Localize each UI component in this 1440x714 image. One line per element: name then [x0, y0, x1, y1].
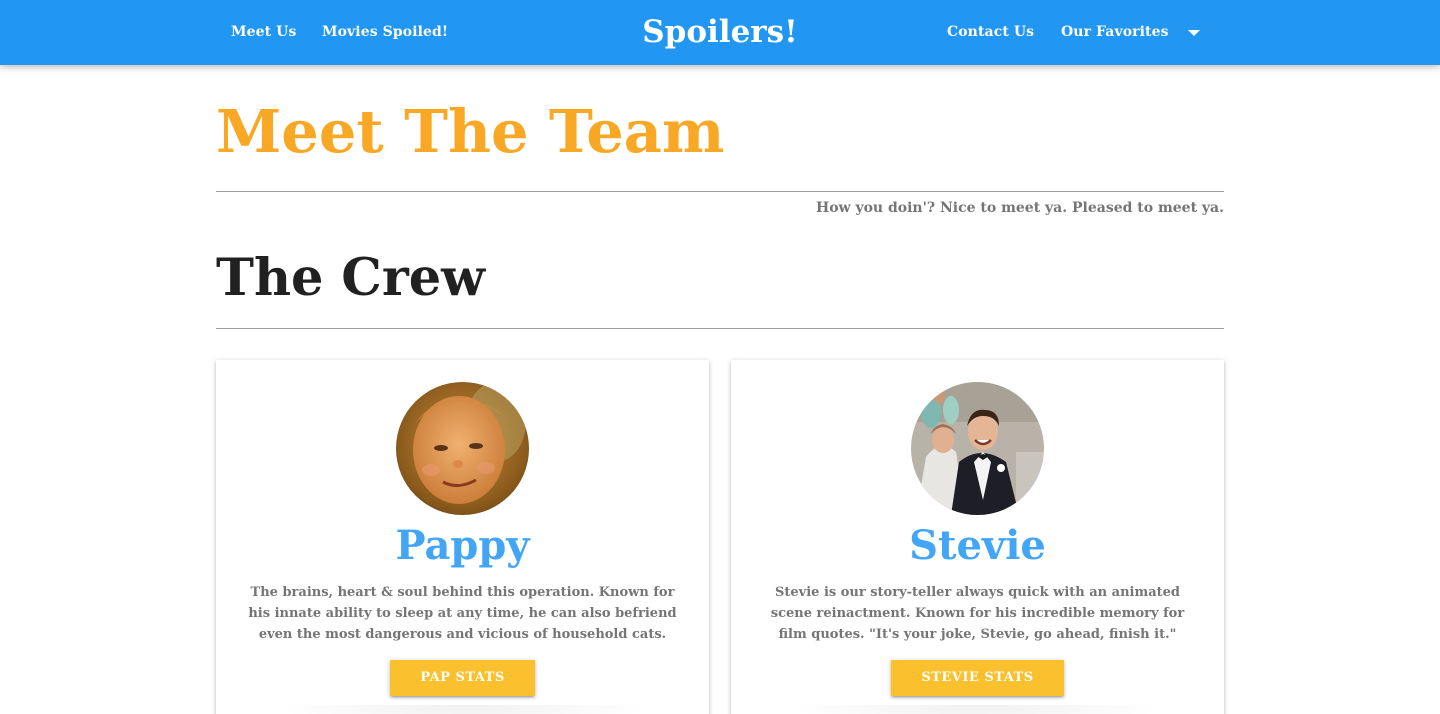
- crew-description: The brains, heart & soul behind this ope…: [248, 585, 677, 642]
- pap-stats-button[interactable]: PAP STATS: [390, 660, 535, 696]
- brand-logo[interactable]: Spoilers!: [642, 14, 797, 50]
- title-divider: [216, 191, 1224, 192]
- avatar-stevie: [911, 382, 1044, 515]
- section-title: The Crew: [216, 248, 486, 308]
- crew-name: Stevie: [909, 522, 1046, 569]
- nav-link-meet-us[interactable]: Meet Us: [231, 0, 296, 65]
- page-tagline: How you doin'? Nice to meet ya. Pleased …: [815, 200, 1224, 216]
- avatar-pappy: [396, 382, 529, 515]
- nav-link-our-favorites[interactable]: Our Favorites: [1061, 0, 1169, 65]
- crew-card-pappy: Pappy The brains, heart & soul behind th…: [216, 360, 709, 714]
- avatar-stevie-image: [911, 382, 1044, 515]
- card-footer-shadow: [791, 705, 1164, 714]
- card-footer-shadow: [276, 705, 649, 714]
- nav-link-contact-us[interactable]: Contact Us: [947, 0, 1034, 65]
- avatar-pappy-image: [396, 382, 529, 515]
- top-navbar: Meet Us Movies Spoiled! Spoilers! Contac…: [0, 0, 1440, 65]
- section-divider: [216, 328, 1224, 329]
- caret-down-icon[interactable]: [1188, 30, 1200, 36]
- stevie-stats-button[interactable]: STEVIE STATS: [891, 660, 1064, 696]
- crew-name: Pappy: [395, 522, 530, 569]
- crew-card-stevie: Stevie Stevie is our story-teller always…: [731, 360, 1224, 714]
- brand-container: Spoilers!: [0, 0, 1440, 65]
- nav-link-movies-spoiled[interactable]: Movies Spoiled!: [322, 0, 448, 65]
- page-title: Meet The Team: [216, 97, 725, 166]
- crew-description: Stevie is our story-teller always quick …: [770, 585, 1185, 642]
